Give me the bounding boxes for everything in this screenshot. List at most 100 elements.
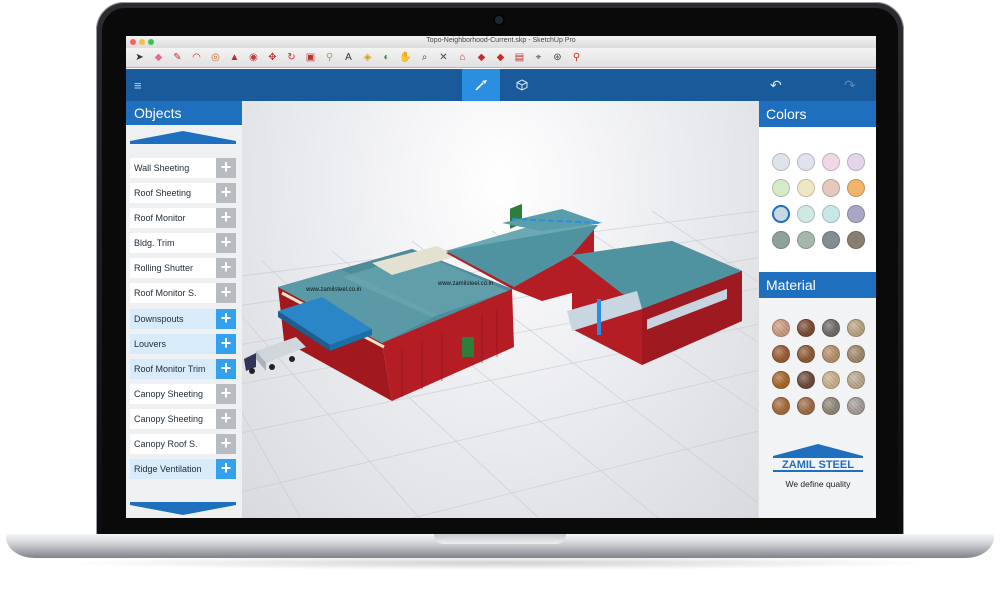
object-row[interactable]: Bldg. Trim +: [130, 233, 236, 254]
add-object-icon[interactable]: +: [216, 459, 236, 480]
material-swatch[interactable]: [772, 345, 790, 363]
color-swatch[interactable]: [847, 179, 865, 197]
follow-me-icon[interactable]: ◉: [246, 51, 261, 65]
object-label: Roof Sheeting: [134, 188, 192, 199]
material-swatch[interactable]: [772, 319, 790, 337]
color-swatch[interactable]: [772, 153, 790, 171]
material-swatch[interactable]: [797, 319, 815, 337]
color-swatch[interactable]: [822, 205, 840, 223]
object-label: Roof Monitor Trim: [134, 363, 206, 374]
look-around-icon[interactable]: ⚲: [569, 51, 584, 65]
warehouse-icon[interactable]: ⌂: [455, 51, 470, 65]
rotate-icon[interactable]: ↻: [284, 51, 299, 65]
color-swatch[interactable]: [772, 231, 790, 249]
3d-viewport[interactable]: www.zamilsteel.co.in www.zamilsteel.co.i…: [242, 101, 758, 518]
arc-icon[interactable]: ◠: [189, 51, 204, 65]
scroll-up-arrow-icon[interactable]: [130, 131, 236, 141]
add-object-icon[interactable]: +: [216, 283, 236, 304]
send-icon[interactable]: ▤: [512, 51, 527, 65]
add-object-icon[interactable]: +: [216, 258, 236, 279]
select-icon[interactable]: ➤: [132, 51, 147, 65]
text-icon[interactable]: A: [341, 51, 356, 65]
object-row[interactable]: Roof Monitor S. +: [130, 283, 236, 304]
add-object-icon[interactable]: +: [216, 183, 236, 204]
zoom-icon[interactable]: ⌕: [417, 51, 432, 65]
object-label: Downspouts: [134, 313, 184, 324]
laptop-notch: [434, 534, 566, 544]
brand-tagline: We define quality: [785, 479, 851, 489]
color-swatch[interactable]: [797, 205, 815, 223]
object-row[interactable]: Louvers +: [130, 333, 236, 354]
tape-measure-icon[interactable]: ⚲: [322, 51, 337, 65]
pan-icon[interactable]: ✋: [398, 51, 413, 65]
scale-icon[interactable]: ▣: [303, 51, 318, 65]
object-row[interactable]: Roof Monitor +: [130, 208, 236, 229]
object-row[interactable]: Ridge Ventilation +: [130, 459, 236, 480]
object-row[interactable]: Downspouts +: [130, 308, 236, 329]
position-camera-icon[interactable]: ⌖: [531, 51, 546, 65]
add-object-icon[interactable]: +: [216, 308, 236, 329]
undo-icon[interactable]: ↶: [770, 77, 782, 94]
material-swatch[interactable]: [822, 319, 840, 337]
add-object-icon[interactable]: +: [216, 333, 236, 354]
material-swatch[interactable]: [797, 371, 815, 389]
material-swatch[interactable]: [772, 371, 790, 389]
push-pull-icon[interactable]: ▲: [227, 51, 242, 65]
color-swatch[interactable]: [847, 153, 865, 171]
object-row[interactable]: Canopy Sheeting +: [130, 383, 236, 404]
add-object-icon[interactable]: +: [216, 358, 236, 379]
object-row[interactable]: Canopy Sheeting +: [130, 408, 236, 429]
menu-icon[interactable]: ≡: [134, 78, 142, 93]
scroll-down-arrow-icon[interactable]: [130, 505, 236, 515]
color-swatch[interactable]: [797, 153, 815, 171]
paint-bucket-icon[interactable]: ◈: [360, 51, 375, 65]
object-row[interactable]: Wall Sheeting +: [130, 158, 236, 178]
color-swatch[interactable]: [772, 205, 790, 223]
material-swatch[interactable]: [797, 345, 815, 363]
color-swatch[interactable]: [847, 231, 865, 249]
scroll-up-bar[interactable]: [130, 141, 236, 144]
color-swatch[interactable]: [822, 153, 840, 171]
material-swatch[interactable]: [847, 397, 865, 415]
color-swatch[interactable]: [772, 179, 790, 197]
move-icon[interactable]: ✥: [265, 51, 280, 65]
add-object-icon[interactable]: +: [216, 158, 236, 178]
color-swatch[interactable]: [797, 179, 815, 197]
material-swatch[interactable]: [847, 371, 865, 389]
layout-icon[interactable]: ◆: [493, 51, 508, 65]
eraser-icon[interactable]: ◆: [151, 51, 166, 65]
material-swatches: [759, 319, 876, 415]
material-swatch[interactable]: [847, 319, 865, 337]
tab-model[interactable]: [504, 69, 540, 101]
object-row[interactable]: Canopy Roof S. +: [130, 434, 236, 455]
camera-icon: [495, 16, 503, 24]
color-swatch[interactable]: [822, 231, 840, 249]
material-swatch[interactable]: [822, 397, 840, 415]
zoom-extents-icon[interactable]: ✕: [436, 51, 451, 65]
add-object-icon[interactable]: +: [216, 434, 236, 455]
redo-icon[interactable]: ↷: [844, 77, 856, 94]
material-swatch[interactable]: [822, 371, 840, 389]
extension-icon[interactable]: ◆: [474, 51, 489, 65]
add-object-icon[interactable]: +: [216, 233, 236, 254]
add-object-icon[interactable]: +: [216, 208, 236, 229]
tab-paint[interactable]: [462, 69, 500, 101]
color-swatch[interactable]: [847, 205, 865, 223]
material-swatch[interactable]: [847, 345, 865, 363]
add-object-icon[interactable]: +: [216, 383, 236, 404]
object-label: Bldg. Trim: [134, 238, 175, 249]
color-swatch[interactable]: [822, 179, 840, 197]
object-row[interactable]: Roof Sheeting +: [130, 183, 236, 204]
pencil-icon[interactable]: ✎: [170, 51, 185, 65]
material-swatch[interactable]: [797, 397, 815, 415]
orbit-icon[interactable]: ◐: [379, 51, 394, 65]
walk-icon[interactable]: ⊛: [550, 51, 565, 65]
object-row[interactable]: Roof Monitor Trim +: [130, 358, 236, 379]
material-swatch[interactable]: [822, 345, 840, 363]
color-swatch[interactable]: [797, 231, 815, 249]
shapes-icon[interactable]: ◎: [208, 51, 223, 65]
objects-panel: Objects Wall Sheeting + Roof Sheeting + Roof…: [126, 101, 242, 518]
object-row[interactable]: Rolling Shutter +: [130, 258, 236, 279]
material-swatch[interactable]: [772, 397, 790, 415]
add-object-icon[interactable]: +: [216, 408, 236, 429]
